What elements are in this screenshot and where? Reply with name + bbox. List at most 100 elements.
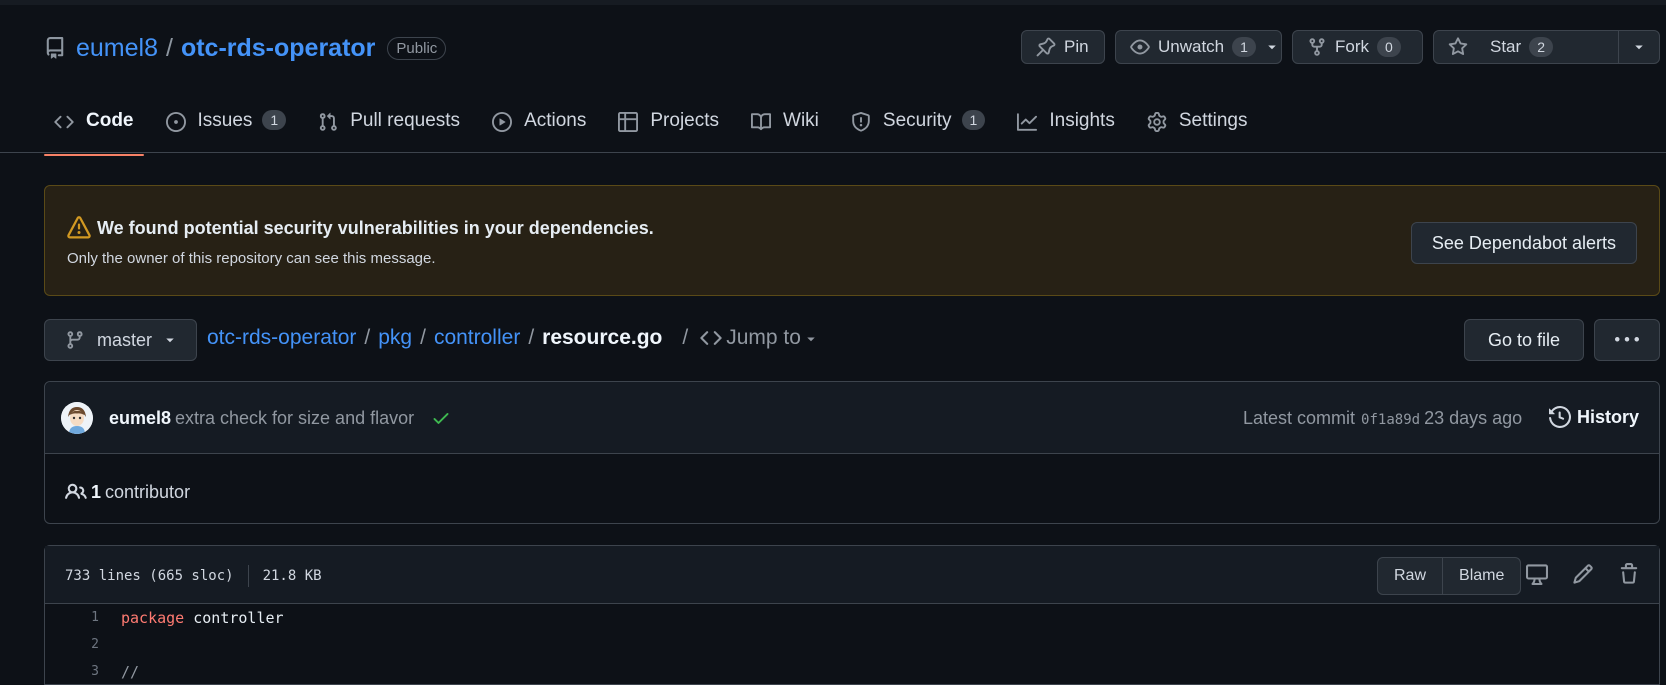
desktop-icon[interactable] <box>1526 563 1548 585</box>
trash-icon[interactable] <box>1618 563 1640 585</box>
file-stats-divider <box>247 565 249 587</box>
commit-time: 23 days ago <box>1424 408 1523 428</box>
branch-name: master <box>97 329 153 350</box>
alert-icon <box>67 216 91 239</box>
tab-code[interactable]: Code <box>44 100 144 156</box>
line-number[interactable]: 1 <box>45 610 121 625</box>
line-number[interactable]: 2 <box>45 637 121 652</box>
issues-count: 1 <box>262 110 287 130</box>
people-icon <box>65 483 87 499</box>
repo-icon <box>46 37 64 59</box>
fork-label: Fork <box>1335 37 1369 56</box>
latest-commit-label: Latest commit <box>1243 408 1356 428</box>
star-list-dropdown-icon[interactable] <box>1633 41 1645 53</box>
jump-to-label: Jump to <box>726 326 801 349</box>
tab-label: Projects <box>650 110 720 131</box>
fork-count: 0 <box>1377 37 1401 57</box>
code-view: 1 package controller 2 3 // <box>45 604 1659 685</box>
code-line: 2 <box>45 631 1659 658</box>
tab-label: Settings <box>1178 110 1248 131</box>
breadcrumb-sep: / <box>364 326 371 349</box>
breadcrumb-sep: / <box>420 326 426 349</box>
tab-actions[interactable]: Actions <box>482 100 596 154</box>
commit-message-link[interactable]: extra check for size and flavor <box>175 408 414 429</box>
breadcrumb-current-file: resource.go <box>542 326 663 349</box>
play-icon <box>492 112 513 132</box>
code-text: controller <box>184 608 284 627</box>
contributors-link[interactable]: 1 contributor <box>65 481 190 503</box>
latest-commit-row: eumel8 extra check for size and flavor L… <box>45 382 1659 454</box>
gear-icon <box>1147 112 1167 132</box>
tab-wiki[interactable]: Wiki <box>741 100 829 154</box>
star-icon <box>1448 37 1468 56</box>
contributors-count: 1 <box>91 481 102 502</box>
file-stats: 733 lines (665 sloc) 21.8 KB <box>65 565 322 587</box>
code-keyword: package <box>121 608 185 627</box>
tab-issues[interactable]: Issues 1 <box>156 100 297 154</box>
file-size: 21.8 KB <box>262 568 322 584</box>
jump-to-dropdown[interactable]: / Jump to <box>674 326 817 350</box>
see-dependabot-alerts-button[interactable]: See Dependabot alerts <box>1410 222 1637 264</box>
avatar[interactable] <box>61 402 93 434</box>
repo-name-link[interactable]: otc-rds-operator <box>181 34 375 63</box>
top-bar <box>0 0 1666 5</box>
kebab-horizontal-icon <box>1615 337 1639 342</box>
raw-button[interactable]: Raw <box>1378 558 1444 594</box>
pin-button[interactable]: Pin <box>1021 30 1105 64</box>
fork-button[interactable]: Fork 0 <box>1292 30 1423 64</box>
commit-author-link[interactable]: eumel8 <box>109 408 171 429</box>
history-button[interactable]: History <box>1549 406 1639 428</box>
tab-label: Issues <box>197 110 253 131</box>
tab-label: Security <box>882 110 952 131</box>
check-icon[interactable] <box>431 408 451 428</box>
book-icon <box>751 113 772 131</box>
visibility-badge: Public <box>387 36 447 60</box>
graph-icon <box>1017 113 1038 131</box>
watch-count: 1 <box>1232 37 1256 57</box>
history-label: History <box>1577 406 1640 427</box>
breadcrumb-repo[interactable]: otc-rds-operator <box>207 326 356 350</box>
branch-selector[interactable]: master <box>44 319 197 361</box>
more-options-button[interactable] <box>1594 319 1660 361</box>
pencil-icon[interactable] <box>1572 563 1594 585</box>
tab-label: Wiki <box>783 110 819 131</box>
eye-icon <box>1130 39 1150 55</box>
issue-icon <box>165 112 186 132</box>
tab-pull-requests[interactable]: Pull requests <box>308 100 470 154</box>
tab-projects[interactable]: Projects <box>608 100 729 154</box>
tabs-divider <box>0 152 1666 153</box>
raw-blame-group: Raw Blame <box>1377 557 1522 595</box>
tab-label: Actions <box>524 110 587 131</box>
commit-sha-link[interactable]: 0f1a89d <box>1361 412 1420 428</box>
breadcrumb-controller[interactable]: controller <box>434 326 520 350</box>
contributors-label: contributor <box>105 481 191 502</box>
pull-request-icon <box>320 112 337 131</box>
tab-settings[interactable]: Settings <box>1137 100 1258 154</box>
alert-title-text: We found potential security vulnerabilit… <box>97 217 654 238</box>
star-count: 2 <box>1529 37 1553 57</box>
star-divider <box>1618 31 1619 63</box>
latest-commit-box: eumel8 extra check for size and flavor L… <box>44 381 1660 524</box>
code-icon <box>54 115 74 129</box>
tab-insights[interactable]: Insights <box>1007 100 1124 154</box>
blame-button[interactable]: Blame <box>1443 558 1520 594</box>
go-to-file-button[interactable]: Go to file <box>1464 319 1584 361</box>
code-line: 1 package controller <box>45 604 1659 631</box>
chevron-down-icon <box>1268 45 1276 50</box>
star-button[interactable]: Star 2 <box>1433 30 1660 64</box>
shield-icon <box>852 112 870 132</box>
line-number[interactable]: 3 <box>45 664 121 679</box>
file-viewer: 733 lines (665 sloc) 21.8 KB Raw Blame 1… <box>44 545 1660 685</box>
chevron-down-icon <box>166 338 174 343</box>
code-line: 3 // <box>45 658 1659 685</box>
repo-separator: / <box>166 33 173 62</box>
git-branch-icon <box>67 331 83 349</box>
breadcrumb-pkg[interactable]: pkg <box>378 326 412 350</box>
breadcrumb-sep: / <box>528 326 535 349</box>
repo-owner-link[interactable]: eumel8 <box>76 34 158 63</box>
dependabot-alert-banner: We found potential security vulnerabilit… <box>44 185 1660 296</box>
watch-button[interactable]: Unwatch 1 <box>1115 30 1282 64</box>
avatar-image <box>61 402 93 434</box>
code-comment: // <box>121 662 140 681</box>
tab-security[interactable]: Security 1 <box>841 100 995 154</box>
